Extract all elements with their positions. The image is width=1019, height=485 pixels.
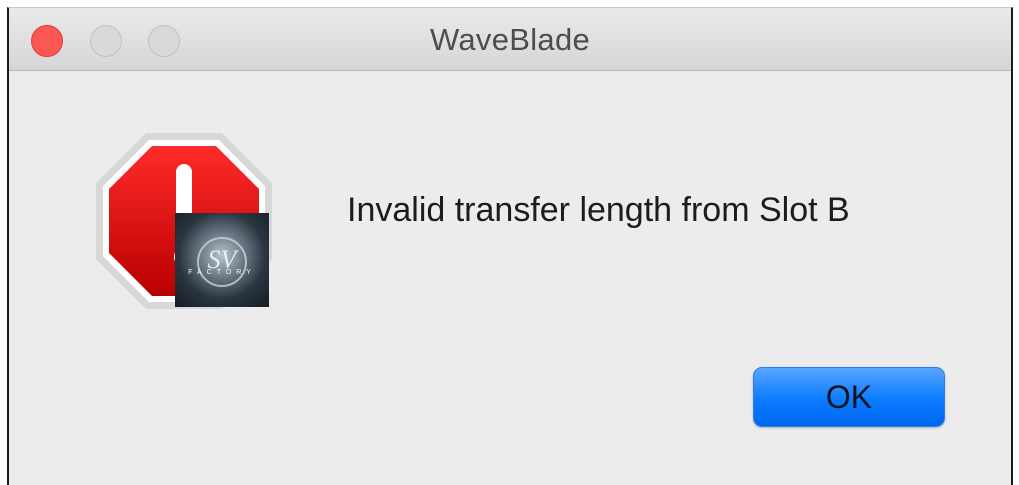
sv-factory-logo: SV FACTORY [175, 213, 269, 307]
title-bar[interactable]: WaveBlade [9, 8, 1011, 71]
factory-wordmark: FACTORY [188, 269, 256, 276]
ok-button[interactable]: OK [753, 367, 945, 427]
alert-window: WaveBlade SV FACTORY Invalid transfer le… [7, 7, 1013, 485]
alert-message: Invalid transfer length from Slot B [347, 191, 850, 229]
dialog-body: SV FACTORY Invalid transfer length from … [9, 71, 1011, 485]
window-title: WaveBlade [429, 22, 591, 57]
